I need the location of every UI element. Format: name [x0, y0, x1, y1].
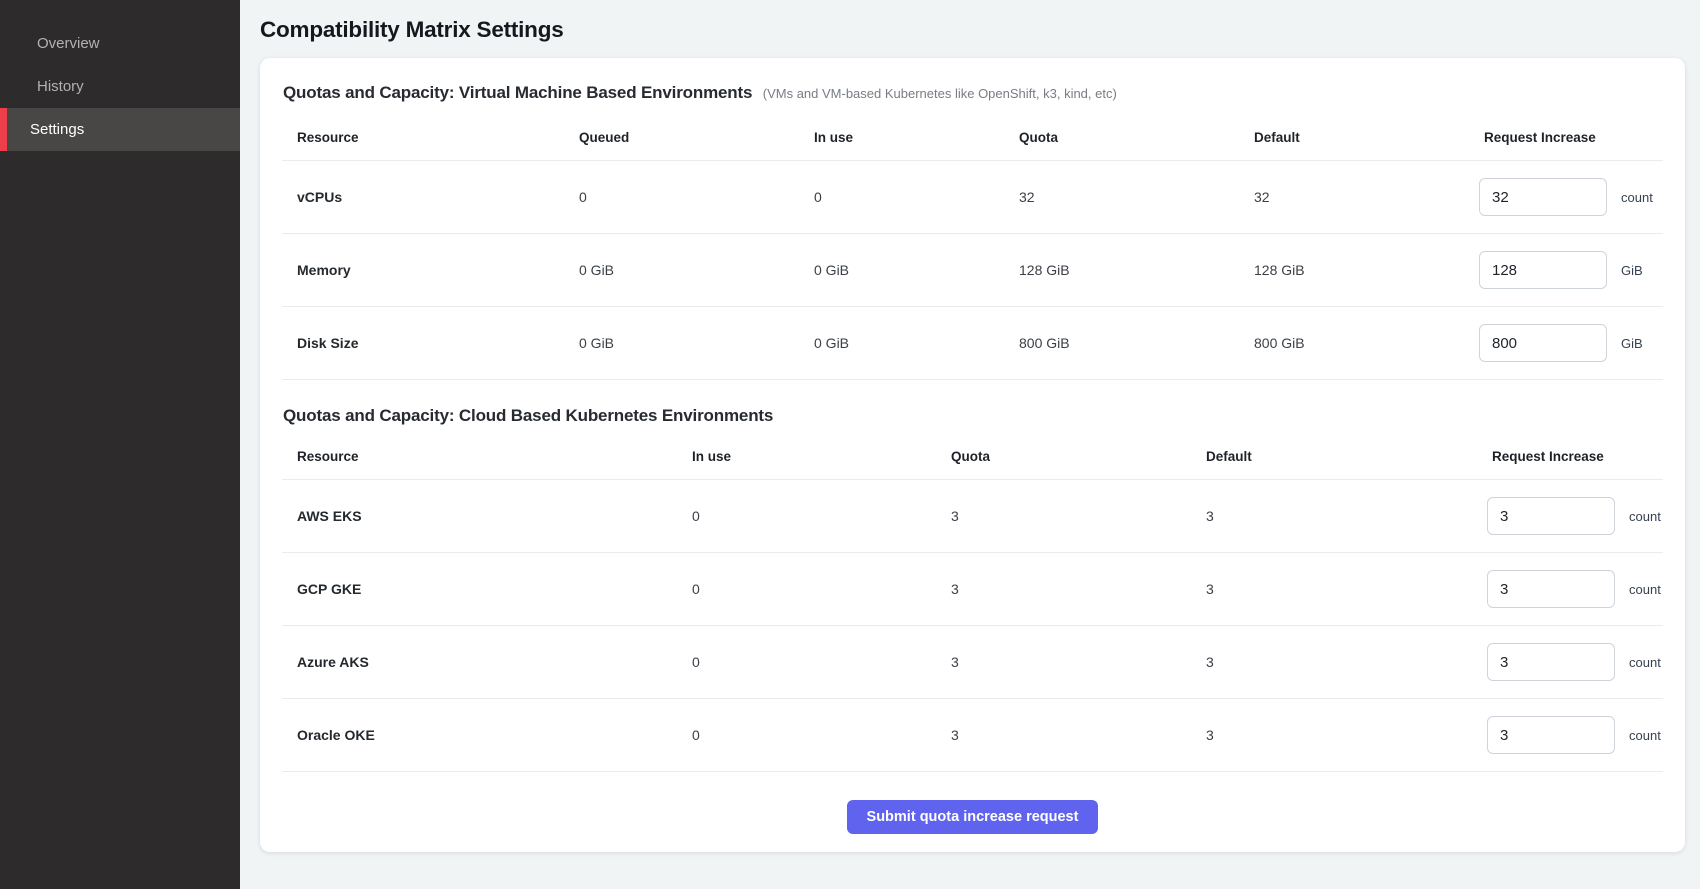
- table-row-oracle-oke: Oracle OKE 0 3 3 count: [282, 699, 1663, 772]
- quota-value: 800 GiB: [1004, 335, 1239, 351]
- quota-value: 32: [1004, 189, 1239, 205]
- resource-label: Oracle OKE: [282, 727, 677, 743]
- column-header-request-increase: Request Increase: [1477, 449, 1663, 464]
- in-use-value: 0: [799, 189, 1004, 205]
- column-header-in-use: In use: [799, 130, 1004, 145]
- column-header-queued: Queued: [564, 130, 799, 145]
- vm-section-subtitle: (VMs and VM-based Kubernetes like OpenSh…: [763, 86, 1117, 101]
- azure-aks-request-input[interactable]: [1487, 643, 1615, 681]
- oracle-oke-request-input[interactable]: [1487, 716, 1615, 754]
- resource-label: AWS EKS: [282, 508, 677, 524]
- sidebar-item-settings[interactable]: Settings: [0, 108, 240, 151]
- gcp-gke-request-input[interactable]: [1487, 570, 1615, 608]
- in-use-value: 0: [677, 508, 936, 524]
- unit-label: GiB: [1621, 336, 1643, 351]
- app-root: Overview History Settings Compatibility …: [0, 0, 1700, 889]
- default-value: 3: [1191, 508, 1477, 524]
- table-row-vcpus: vCPUs 0 0 32 32 count: [282, 161, 1663, 234]
- column-header-request-increase: Request Increase: [1469, 130, 1663, 145]
- resource-label: GCP GKE: [282, 581, 677, 597]
- queued-value: 0 GiB: [564, 335, 799, 351]
- submit-button-row: Submit quota increase request: [260, 800, 1685, 834]
- page-title: Compatibility Matrix Settings: [260, 17, 1685, 43]
- resource-label: Disk Size: [282, 335, 564, 351]
- table-row-gcp-gke: GCP GKE 0 3 3 count: [282, 553, 1663, 626]
- request-increase-cell: count: [1477, 643, 1663, 681]
- unit-label: count: [1629, 509, 1661, 524]
- in-use-value: 0: [677, 727, 936, 743]
- disk-size-request-input[interactable]: [1479, 324, 1607, 362]
- default-value: 3: [1191, 654, 1477, 670]
- vm-quota-table: Resource Queued In use Quota Default Req…: [282, 115, 1663, 380]
- vcpus-request-input[interactable]: [1479, 178, 1607, 216]
- quota-value: 3: [936, 727, 1191, 743]
- table-row-aws-eks: AWS EKS 0 3 3 count: [282, 480, 1663, 553]
- in-use-value: 0 GiB: [799, 262, 1004, 278]
- in-use-value: 0: [677, 581, 936, 597]
- request-increase-cell: count: [1469, 178, 1663, 216]
- default-value: 800 GiB: [1239, 335, 1469, 351]
- vm-section-heading: Quotas and Capacity: Virtual Machine Bas…: [260, 58, 1685, 115]
- table-row-disk-size: Disk Size 0 GiB 0 GiB 800 GiB 800 GiB Gi…: [282, 307, 1663, 380]
- sidebar: Overview History Settings: [0, 0, 240, 889]
- column-header-resource: Resource: [282, 130, 564, 145]
- memory-request-input[interactable]: [1479, 251, 1607, 289]
- column-header-resource: Resource: [282, 449, 677, 464]
- column-header-quota: Quota: [936, 449, 1191, 464]
- vm-quota-table-header: Resource Queued In use Quota Default Req…: [282, 115, 1663, 161]
- sidebar-nav: Overview History Settings: [0, 22, 240, 151]
- default-value: 32: [1239, 189, 1469, 205]
- request-increase-cell: count: [1477, 570, 1663, 608]
- unit-label: GiB: [1621, 263, 1643, 278]
- main-content: Compatibility Matrix Settings Quotas and…: [240, 0, 1700, 889]
- quota-value: 3: [936, 654, 1191, 670]
- cloud-section-heading: Quotas and Capacity: Cloud Based Kuberne…: [260, 380, 1685, 434]
- quota-value: 3: [936, 581, 1191, 597]
- unit-label: count: [1629, 582, 1661, 597]
- resource-label: Memory: [282, 262, 564, 278]
- in-use-value: 0: [677, 654, 936, 670]
- quota-value: 3: [936, 508, 1191, 524]
- queued-value: 0 GiB: [564, 262, 799, 278]
- quota-settings-card: Quotas and Capacity: Virtual Machine Bas…: [260, 58, 1685, 852]
- request-increase-cell: GiB: [1469, 324, 1663, 362]
- resource-label: Azure AKS: [282, 654, 677, 670]
- cloud-section-title: Quotas and Capacity: Cloud Based Kuberne…: [283, 406, 773, 425]
- column-header-default: Default: [1239, 130, 1469, 145]
- sidebar-item-overview[interactable]: Overview: [0, 22, 240, 65]
- vm-section-title: Quotas and Capacity: Virtual Machine Bas…: [283, 83, 752, 102]
- table-row-memory: Memory 0 GiB 0 GiB 128 GiB 128 GiB GiB: [282, 234, 1663, 307]
- unit-label: count: [1621, 190, 1653, 205]
- request-increase-cell: GiB: [1469, 251, 1663, 289]
- queued-value: 0: [564, 189, 799, 205]
- request-increase-cell: count: [1477, 716, 1663, 754]
- in-use-value: 0 GiB: [799, 335, 1004, 351]
- request-increase-cell: count: [1477, 497, 1663, 535]
- quota-value: 128 GiB: [1004, 262, 1239, 278]
- column-header-in-use: In use: [677, 449, 936, 464]
- unit-label: count: [1629, 728, 1661, 743]
- submit-quota-increase-button[interactable]: Submit quota increase request: [847, 800, 1099, 834]
- default-value: 3: [1191, 727, 1477, 743]
- table-row-azure-aks: Azure AKS 0 3 3 count: [282, 626, 1663, 699]
- aws-eks-request-input[interactable]: [1487, 497, 1615, 535]
- default-value: 128 GiB: [1239, 262, 1469, 278]
- default-value: 3: [1191, 581, 1477, 597]
- column-header-default: Default: [1191, 449, 1477, 464]
- unit-label: count: [1629, 655, 1661, 670]
- cloud-quota-table-header: Resource In use Quota Default Request In…: [282, 434, 1663, 480]
- cloud-quota-table: Resource In use Quota Default Request In…: [282, 434, 1663, 772]
- resource-label: vCPUs: [282, 189, 564, 205]
- column-header-quota: Quota: [1004, 130, 1239, 145]
- sidebar-item-history[interactable]: History: [0, 65, 240, 108]
